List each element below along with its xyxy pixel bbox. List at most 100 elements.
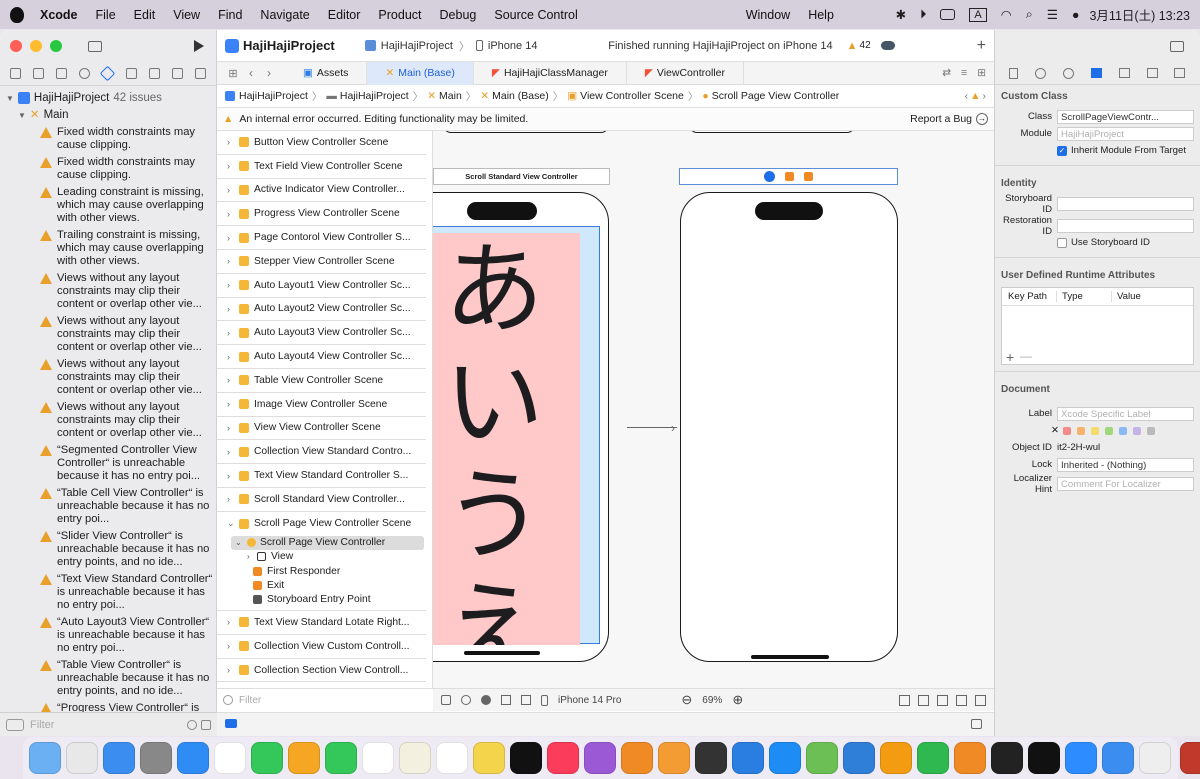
finder-icon[interactable]: [29, 742, 61, 774]
scene-row[interactable]: › Active Indicator View Controller...: [217, 179, 426, 203]
launchpad-icon[interactable]: [66, 742, 98, 774]
scene-row[interactable]: › Text View Standard Lotate Right...: [217, 611, 426, 635]
outline-child-row[interactable]: First Responder: [231, 564, 424, 578]
col-keypath[interactable]: Key Path: [1002, 291, 1057, 302]
issue-item[interactable]: “Auto Layout3 View Controller“ is unreac…: [6, 616, 216, 655]
input-source[interactable]: A: [969, 7, 987, 22]
zoom-out-icon[interactable]: ⊖: [681, 692, 692, 708]
label-color-orange[interactable]: [1077, 426, 1085, 435]
udra-table[interactable]: Key Path Type Value + —: [1001, 287, 1194, 365]
add-editor-icon[interactable]: ⊞: [977, 67, 986, 79]
disclosure-chevron-icon[interactable]: ⌄: [227, 518, 239, 529]
scene-row[interactable]: › Page Contorol View Controller S...: [217, 226, 426, 250]
podcasts-icon[interactable]: [584, 742, 616, 774]
back-icon[interactable]: ‹: [249, 66, 267, 80]
disclosure-chevron-icon[interactable]: ›: [227, 209, 239, 219]
issue-item[interactable]: Fixed width constraints may cause clippi…: [6, 126, 216, 152]
inherit-checkbox[interactable]: ✓: [1057, 145, 1067, 156]
warning-icon[interactable]: ▲: [847, 40, 858, 52]
disclosure-chevron-icon[interactable]: ›: [227, 641, 239, 651]
disclosure-chevron-icon[interactable]: ›: [227, 280, 239, 290]
tab-main-base[interactable]: ✕ Main (Base): [367, 61, 474, 85]
disclosure-chevron-icon[interactable]: ›: [227, 399, 239, 409]
appearance-icon[interactable]: [461, 695, 471, 705]
disclosure-chevron-icon[interactable]: ›: [227, 233, 239, 243]
jump-item-controller[interactable]: Scroll Page View Controller: [712, 90, 840, 102]
menu-view[interactable]: View: [173, 8, 200, 22]
localizer-field[interactable]: Comment For Localizer: [1057, 476, 1194, 491]
split-icon[interactable]: ⇄: [942, 67, 951, 79]
jump-item-main-base[interactable]: Main (Base): [492, 90, 549, 102]
prev-issue-icon[interactable]: ‹: [965, 90, 969, 102]
scene-title-bar[interactable]: Scroll Standard View Controller: [433, 168, 610, 185]
menu-navigate[interactable]: Navigate: [260, 8, 309, 22]
books-icon[interactable]: [621, 742, 653, 774]
zoom-window-button[interactable]: [50, 40, 62, 52]
label-color-gray[interactable]: [1147, 426, 1155, 435]
scene-row[interactable]: › View View Controller Scene: [217, 417, 426, 441]
use-storyboard-id-checkbox[interactable]: [1057, 237, 1067, 248]
console-toggle-icon[interactable]: [971, 719, 982, 729]
issue-group-row[interactable]: ▼ ✕ Main: [6, 109, 216, 122]
cloud-icon[interactable]: [880, 41, 895, 50]
xcode-icon[interactable]: [732, 742, 764, 774]
issue-item[interactable]: Fixed width constraints may cause clippi…: [6, 156, 216, 182]
appstore-icon[interactable]: [769, 742, 801, 774]
siri-icon[interactable]: ●: [1072, 8, 1080, 22]
scene-row[interactable]: › Table View Controller Scene: [217, 369, 426, 393]
device-preview-icon[interactable]: [541, 694, 548, 706]
tab-assets[interactable]: ▣ Assets: [285, 61, 368, 85]
jump-item-folder[interactable]: HajiHajiProject: [340, 90, 409, 102]
outline-child-row[interactable]: Exit: [231, 578, 424, 592]
add-icon[interactable]: +: [977, 37, 986, 55]
kana-icon[interactable]: [1180, 742, 1200, 774]
finalcut-icon[interactable]: [695, 742, 727, 774]
class-field[interactable]: ScrollPageViewContr...: [1057, 109, 1194, 124]
report-icon[interactable]: [194, 68, 206, 79]
scene-row[interactable]: › Text View Standard Controller S...: [217, 464, 426, 488]
pages2-icon[interactable]: [954, 742, 986, 774]
next-issue-icon[interactable]: ›: [983, 90, 987, 102]
embed-icon[interactable]: [975, 694, 986, 706]
module-field[interactable]: HajiHajiProject: [1057, 126, 1194, 141]
menu-debug[interactable]: Debug: [440, 8, 477, 22]
jump-item-project[interactable]: HajiHajiProject: [239, 90, 308, 102]
numbers-icon[interactable]: [917, 742, 949, 774]
folder-icon[interactable]: [10, 68, 22, 79]
first-responder-icon[interactable]: [785, 172, 794, 181]
apple-icon[interactable]: [10, 6, 24, 23]
mail-icon[interactable]: [103, 742, 135, 774]
bluetooth-icon[interactable]: ✱: [896, 7, 906, 22]
sidebar-toggle-icon[interactable]: [88, 40, 102, 52]
disclosure-chevron-icon[interactable]: ›: [227, 617, 239, 627]
file-inspector-icon[interactable]: [1009, 67, 1019, 79]
clock-filter-icon[interactable]: [187, 719, 197, 730]
scene-row[interactable]: › Auto Layout1 View Controller Sc...: [217, 274, 426, 298]
outline-filter[interactable]: Filter: [217, 688, 433, 711]
selected-scene-dock[interactable]: [679, 168, 898, 185]
disclosure-chevron-icon[interactable]: ›: [227, 423, 239, 433]
resolve-icon[interactable]: [956, 694, 967, 706]
jump-item-scene[interactable]: View Controller Scene: [580, 90, 684, 102]
appletv-icon[interactable]: [510, 742, 542, 774]
notes-icon[interactable]: [399, 742, 431, 774]
menu-source-control[interactable]: Source Control: [494, 8, 577, 22]
size-inspector-icon[interactable]: [1146, 68, 1158, 78]
pin-icon[interactable]: [937, 694, 948, 706]
issue-item[interactable]: Views without any layout constraints may…: [6, 401, 216, 440]
label-color-blue[interactable]: [1119, 426, 1127, 435]
disclosure-chevron-icon[interactable]: ›: [227, 304, 239, 314]
phone-scroll-standard[interactable]: あいうえ: [433, 192, 609, 662]
disclosure-chevron-icon[interactable]: ›: [227, 161, 239, 171]
issue-item[interactable]: “Table Cell View Controller“ is unreacha…: [6, 487, 216, 526]
issue-item[interactable]: Leading constraint is missing, which may…: [6, 186, 216, 225]
music-icon[interactable]: [547, 742, 579, 774]
report-bug-link[interactable]: Report a Bug: [910, 113, 972, 125]
update-frames-icon[interactable]: [899, 694, 910, 706]
identity-inspector-icon[interactable]: [1090, 68, 1102, 78]
add-attribute-icon[interactable]: +: [1006, 349, 1014, 365]
zoom-icon[interactable]: [1065, 742, 1097, 774]
scene-row[interactable]: › Collection Section View Controll...: [217, 659, 426, 683]
scene-row[interactable]: › Stepper View Controller Scene: [217, 250, 426, 274]
play-circle-icon[interactable]: ⏵: [920, 7, 926, 22]
